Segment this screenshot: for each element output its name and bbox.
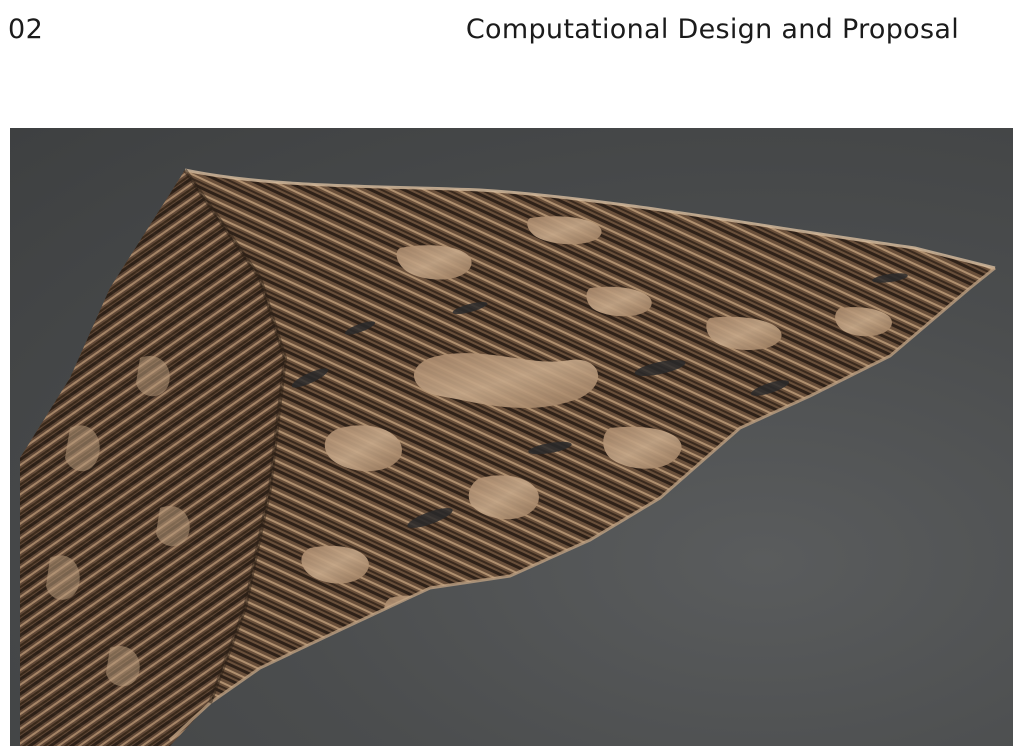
chapter-title: Computational Design and Proposal	[465, 14, 959, 45]
page-header: 02 Computational Design and Proposal	[0, 0, 1023, 70]
wood-lattice-render-icon	[10, 128, 1013, 746]
chapter-number: 02	[8, 14, 44, 45]
document-page: 02 Computational Design and Proposal	[0, 0, 1023, 756]
